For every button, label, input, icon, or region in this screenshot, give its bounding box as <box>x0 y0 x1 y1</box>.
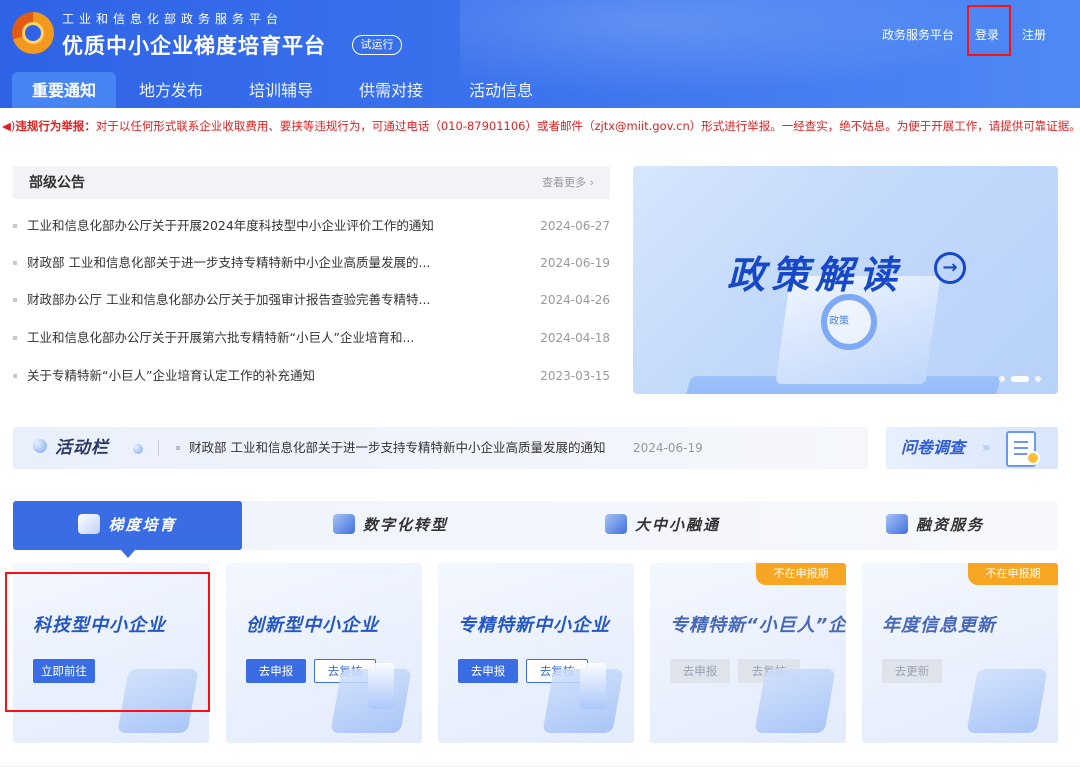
register-link[interactable]: 注册 <box>1022 26 1046 43</box>
header: 工业和信息化部政务服务平台 优质中小企业梯度培育平台 试运行 政务服务平台 登录… <box>0 0 1080 108</box>
carousel-dot[interactable] <box>999 376 1005 382</box>
announcements-title: 部级公告 <box>29 175 85 191</box>
trial-badge: 试运行 <box>352 35 402 55</box>
double-chevron-icon: » <box>982 440 991 456</box>
news-title[interactable]: 工业和信息化部办公厅关于开展2024年度科技型中小企业评价工作的通知 <box>27 216 434 236</box>
page-title[interactable]: 优质中小企业梯度培育平台 <box>62 30 326 60</box>
activity-title: 活动栏 <box>55 438 109 458</box>
person-podium-illustration-icon <box>754 669 836 733</box>
card-title: 专精特新中小企业 <box>458 615 610 636</box>
card-little-giant[interactable]: 不在申报期 专精特新“小巨人”企业 去申报 去复核 <box>650 563 846 743</box>
tab-gradient-cultivation[interactable]: 梯度培育 <box>13 501 242 558</box>
list-item[interactable]: 财政部 工业和信息化部关于进一步支持专精特新中小企业高质量发展的... 2024-… <box>13 253 610 273</box>
bubble-icon <box>33 439 47 453</box>
card-title: 创新型中小企业 <box>246 615 379 636</box>
speaker-icon: ◀) <box>2 119 16 133</box>
tab-label: 大中小融通 <box>635 516 721 534</box>
card-title: 年度信息更新 <box>882 615 996 636</box>
tab-label: 梯度培育 <box>108 516 177 534</box>
shield-icon <box>78 514 101 534</box>
main-nav: 重要通知 地方发布 培训辅导 供需对接 活动信息 <box>0 72 556 108</box>
activity-text[interactable]: 财政部 工业和信息化部关于进一步支持专精特新中小企业高质量发展的通知 <box>189 427 605 469</box>
carousel-dots <box>999 376 1041 382</box>
card-specialized-sme[interactable]: 专精特新中小企业 去申报 去复核 <box>438 563 634 743</box>
list-item[interactable]: 财政部办公厅 工业和信息化部办公厅关于加强审计报告查验完善专精特... 2024-… <box>13 290 610 310</box>
finance-icon <box>886 514 908 534</box>
tab-label: 数字化转型 <box>363 516 449 534</box>
apply-button[interactable]: 去申报 <box>458 659 518 683</box>
apply-button[interactable]: 去申报 <box>246 659 306 683</box>
nav-item-local-release[interactable]: 地方发布 <box>116 72 226 108</box>
bubble-icon <box>133 444 143 454</box>
login-link[interactable]: 登录 <box>975 26 999 43</box>
service-tabs: 梯度培育 数字化转型 大中小融通 融资服务 <box>13 501 1058 558</box>
banner-title: 政策解读 <box>727 253 904 297</box>
header-subtitle: 工业和信息化部政务服务平台 <box>62 12 284 26</box>
arrow-right-icon[interactable]: → <box>934 252 966 284</box>
tab-digital-transformation[interactable]: 数字化转型 <box>333 501 448 550</box>
activity-bar: 活动栏 财政部 工业和信息化部关于进一步支持专精特新中小企业高质量发展的通知 2… <box>13 427 868 469</box>
policy-banner[interactable]: 政策 政策解读 → <box>633 166 1058 394</box>
news-date: 2024-04-18 <box>540 331 610 345</box>
page-bottom <box>0 766 1080 773</box>
news-date: 2024-06-27 <box>540 219 610 233</box>
tab-label: 融资服务 <box>916 516 985 534</box>
lens-label: 政策 <box>829 316 849 327</box>
nav-item-activities[interactable]: 活动信息 <box>446 72 556 108</box>
status-badge: 不在申报期 <box>968 563 1058 585</box>
bullet-icon <box>176 446 180 450</box>
carousel-dot-active[interactable] <box>1011 376 1029 382</box>
card-title: 专精特新“小巨人”企业 <box>670 615 846 636</box>
news-title[interactable]: 财政部 工业和信息化部关于进一步支持专精特新中小企业高质量发展的... <box>27 253 430 273</box>
robot-arm-illustration-icon <box>966 669 1048 733</box>
news-title[interactable]: 关于专精特新“小巨人”企业培育认定工作的补充通知 <box>27 366 315 386</box>
notice-label: 违规行为举报： <box>15 119 96 133</box>
activity-date: 2024-06-19 <box>633 441 703 455</box>
news-date: 2023-03-15 <box>540 369 610 383</box>
nav-item-training[interactable]: 培训辅导 <box>226 72 336 108</box>
card-innovative-sme[interactable]: 创新型中小企业 去申报 去复核 <box>226 563 422 743</box>
divider <box>158 440 159 456</box>
list-item[interactable]: 关于专精特新“小巨人”企业培育认定工作的补充通知 2023-03-15 <box>13 366 610 386</box>
platform-logo-icon[interactable] <box>12 12 54 54</box>
list-item[interactable]: 工业和信息化部办公厅关于开展第六批专精特新“小巨人”企业培育和... 2024-0… <box>13 328 610 348</box>
carousel-dot[interactable] <box>1035 376 1041 382</box>
news-title[interactable]: 财政部办公厅 工业和信息化部办公厅关于加强审计报告查验完善专精特... <box>27 290 430 310</box>
announcements-header: 部级公告 查看更多 › <box>13 166 610 199</box>
chart-block-icon <box>580 663 606 709</box>
survey-title: 问卷调查 <box>901 438 966 457</box>
status-badge: 不在申报期 <box>756 563 846 585</box>
news-title[interactable]: 工业和信息化部办公厅关于开展第六批专精特新“小巨人”企业培育和... <box>27 328 414 348</box>
tab-integration[interactable]: 大中小融通 <box>605 501 720 550</box>
nav-item-supply-demand[interactable]: 供需对接 <box>336 72 446 108</box>
report-notice-bar: ◀)违规行为举报：对于以任何形式联系企业收取费用、要挟等违规行为，可通过电话（0… <box>0 108 1080 144</box>
card-annual-update[interactable]: 不在申报期 年度信息更新 去更新 <box>862 563 1058 743</box>
view-more-link[interactable]: 查看更多 › <box>542 166 594 200</box>
nav-item-important-notice[interactable]: 重要通知 <box>12 72 117 108</box>
apply-button-disabled: 去申报 <box>670 659 730 683</box>
rocket-icon <box>368 663 394 709</box>
news-date: 2024-06-19 <box>540 256 610 270</box>
login-highlight-box <box>967 5 1011 56</box>
check-badge-icon <box>1026 451 1040 465</box>
gov-platform-link[interactable]: 政务服务平台 <box>882 26 954 43</box>
tech-sme-highlight-box <box>5 572 210 712</box>
list-item[interactable]: 工业和信息化部办公厅关于开展2024年度科技型中小企业评价工作的通知 2024-0… <box>13 216 610 236</box>
update-button-disabled: 去更新 <box>882 659 942 683</box>
notice-text: 对于以任何形式联系企业收取费用、要挟等违规行为，可通过电话（010-879011… <box>95 119 1080 133</box>
news-date: 2024-04-26 <box>540 293 610 307</box>
chart-icon <box>333 514 355 534</box>
tab-financing[interactable]: 融资服务 <box>886 501 984 550</box>
survey-button[interactable]: 问卷调查 » <box>886 427 1058 469</box>
link-icon <box>605 514 627 534</box>
